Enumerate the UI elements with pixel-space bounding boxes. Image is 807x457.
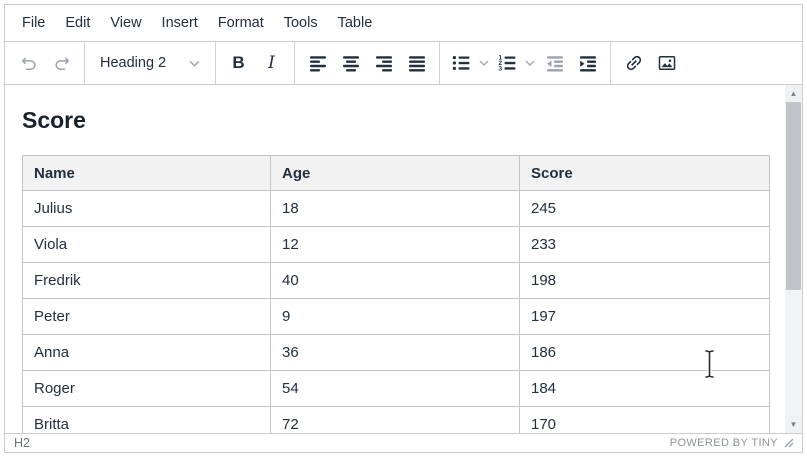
undo-icon [19, 53, 39, 73]
branding: POWERED BY TINY [670, 437, 794, 449]
column-header[interactable]: Score [520, 156, 770, 191]
table-row: Anna36186 [23, 335, 770, 371]
table-cell[interactable]: Roger [23, 371, 271, 407]
table-body: Julius18245Viola12233Fredrik40198Peter91… [23, 191, 770, 433]
table-cell[interactable]: Julius [23, 191, 271, 227]
align-right-icon [374, 53, 394, 73]
redo-icon [52, 53, 72, 73]
image-icon [657, 53, 677, 73]
status-bar: H2 POWERED BY TINY [5, 433, 802, 452]
table-header-row: NameAgeScore [23, 156, 770, 191]
chevron-down-icon [525, 56, 535, 71]
outdent-button[interactable] [538, 46, 571, 80]
table-row: Britta72170 [23, 407, 770, 433]
menu-view[interactable]: View [100, 10, 151, 36]
element-path[interactable]: H2 [14, 436, 30, 450]
table-cell[interactable]: 36 [271, 335, 520, 371]
numbered-list-icon: 123 [497, 53, 517, 73]
table-cell[interactable]: Britta [23, 407, 271, 433]
table-cell[interactable]: 186 [520, 335, 770, 371]
screenshot-root: { "menu_bar": { "items": ["File", "Edit"… [0, 0, 807, 457]
table-cell[interactable]: Anna [23, 335, 271, 371]
link-icon [624, 53, 644, 73]
align-left-button[interactable] [301, 46, 334, 80]
scroll-up-arrow-icon[interactable]: ▲ [785, 85, 802, 102]
column-header[interactable]: Age [271, 156, 520, 191]
scroll-down-arrow-icon[interactable]: ▼ [785, 416, 802, 433]
toolbar: Heading 2 B I 123 [5, 41, 802, 85]
italic-icon: I [268, 53, 275, 73]
format-select-value: Heading 2 [100, 55, 166, 71]
table-cell[interactable]: 197 [520, 299, 770, 335]
table-cell[interactable]: 170 [520, 407, 770, 433]
insert-image-button[interactable] [650, 46, 683, 80]
menu-tools[interactable]: Tools [274, 10, 328, 36]
powered-by-tiny-link[interactable]: POWERED BY TINY [670, 437, 778, 449]
outdent-icon [545, 53, 565, 73]
table-cell[interactable]: 245 [520, 191, 770, 227]
toolbar-divider [215, 42, 216, 84]
table-cell[interactable]: Peter [23, 299, 271, 335]
menu-table[interactable]: Table [328, 10, 383, 36]
table-cell[interactable]: 12 [271, 227, 520, 263]
align-center-button[interactable] [334, 46, 367, 80]
table-row: Julius18245 [23, 191, 770, 227]
table-cell[interactable]: 72 [271, 407, 520, 433]
bullet-list-options-button[interactable] [476, 46, 492, 80]
table-row: Viola12233 [23, 227, 770, 263]
table-cell[interactable]: Fredrik [23, 263, 271, 299]
rich-text-editor: File Edit View Insert Format Tools Table… [4, 4, 803, 453]
toolbar-divider [84, 42, 85, 84]
table-cell[interactable]: 54 [271, 371, 520, 407]
numbered-list-options-button[interactable] [522, 46, 538, 80]
toolbar-divider [294, 42, 295, 84]
table-cell[interactable]: Viola [23, 227, 271, 263]
chevron-down-icon [189, 58, 200, 69]
menu-insert[interactable]: Insert [152, 10, 208, 36]
table-row: Peter9197 [23, 299, 770, 335]
table-cell[interactable]: 233 [520, 227, 770, 263]
table-row: Roger54184 [23, 371, 770, 407]
format-select[interactable]: Heading 2 [91, 46, 209, 80]
vertical-scrollbar[interactable]: ▲ ▼ [785, 85, 802, 433]
menu-file[interactable]: File [12, 10, 55, 36]
align-justify-icon [407, 53, 427, 73]
link-button[interactable] [617, 46, 650, 80]
align-center-icon [341, 53, 361, 73]
align-left-icon [308, 53, 328, 73]
numbered-list-button[interactable]: 123 [492, 46, 522, 80]
redo-button[interactable] [45, 46, 78, 80]
toolbar-divider [610, 42, 611, 84]
align-justify-button[interactable] [400, 46, 433, 80]
toolbar-divider [439, 42, 440, 84]
table-cell[interactable]: 9 [271, 299, 520, 335]
bold-button[interactable]: B [222, 46, 255, 80]
indent-icon [578, 53, 598, 73]
editor-content-area[interactable]: Score NameAgeScore Julius18245Viola12233… [5, 85, 802, 433]
document-heading[interactable]: Score [22, 107, 768, 133]
resize-handle-icon[interactable] [784, 438, 794, 448]
table-cell[interactable]: 40 [271, 263, 520, 299]
bullet-list-button[interactable] [446, 46, 476, 80]
table-row: Fredrik40198 [23, 263, 770, 299]
menu-bar: File Edit View Insert Format Tools Table [5, 5, 802, 41]
data-table: NameAgeScore Julius18245Viola12233Fredri… [22, 155, 770, 433]
bold-icon: B [232, 53, 244, 73]
undo-button[interactable] [12, 46, 45, 80]
document-body: Score NameAgeScore Julius18245Viola12233… [5, 85, 802, 433]
scrollbar-thumb[interactable] [786, 102, 801, 290]
table-cell[interactable]: 18 [271, 191, 520, 227]
indent-button[interactable] [571, 46, 604, 80]
align-right-button[interactable] [367, 46, 400, 80]
italic-button[interactable]: I [255, 46, 288, 80]
svg-text:3: 3 [499, 65, 503, 72]
menu-format[interactable]: Format [208, 10, 274, 36]
table-cell[interactable]: 184 [520, 371, 770, 407]
column-header[interactable]: Name [23, 156, 271, 191]
menu-edit[interactable]: Edit [55, 10, 100, 36]
chevron-down-icon [479, 56, 489, 71]
table-cell[interactable]: 198 [520, 263, 770, 299]
bullet-list-icon [451, 53, 471, 73]
